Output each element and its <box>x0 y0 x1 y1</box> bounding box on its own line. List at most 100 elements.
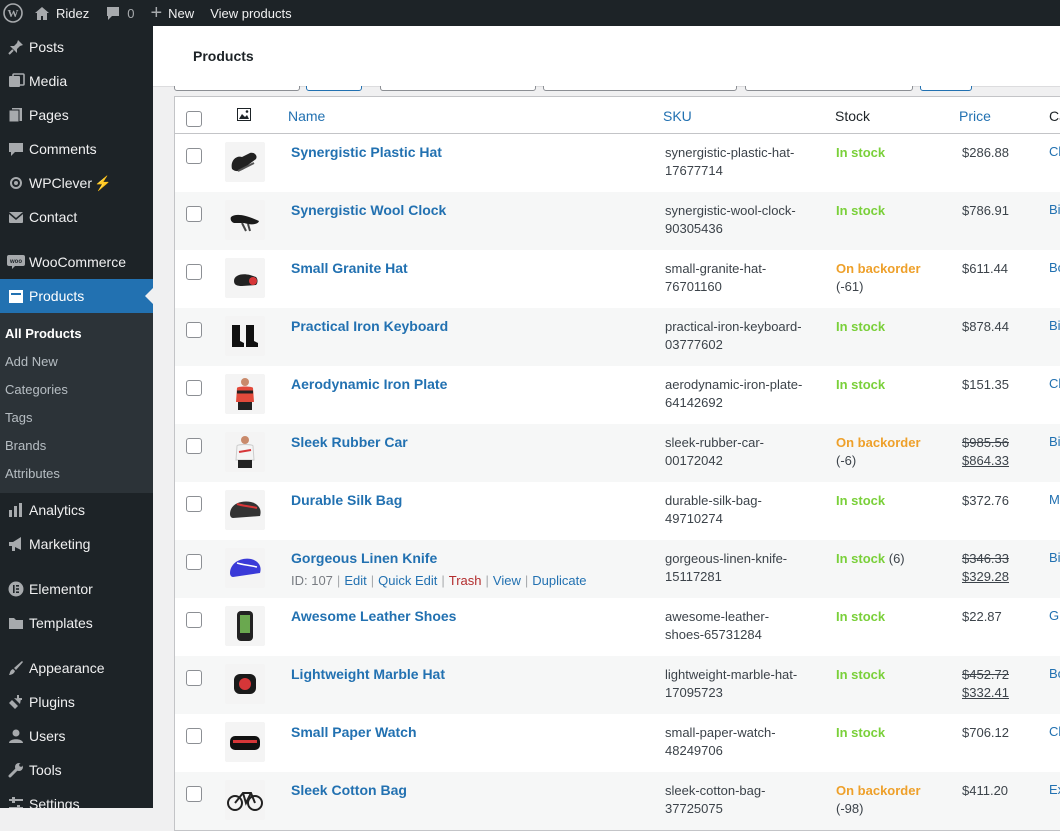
view-link[interactable]: View <box>493 573 521 588</box>
product-thumbnail[interactable] <box>225 200 265 240</box>
row-checkbox[interactable] <box>186 206 202 222</box>
select-all-checkbox[interactable] <box>186 111 202 127</box>
table-row: Synergistic Wool Clock synergistic-wool-c… <box>175 192 1060 250</box>
row-checkbox[interactable] <box>186 554 202 570</box>
menu-appearance[interactable]: Appearance <box>0 651 153 685</box>
product-name-link[interactable]: Practical Iron Keyboard <box>291 318 448 334</box>
category-filter-select[interactable] <box>380 86 536 91</box>
submenu-categories[interactable]: Categories <box>0 375 153 403</box>
view-products-link[interactable]: View products <box>202 0 299 26</box>
duplicate-link[interactable]: Duplicate <box>532 573 586 588</box>
product-thumbnail[interactable] <box>225 780 265 820</box>
product-name-link[interactable]: Awesome Leather Shoes <box>291 608 456 624</box>
menu-posts[interactable]: Posts <box>0 30 153 64</box>
product-category-link[interactable]: Cl <box>1049 724 1060 739</box>
submenu-brands[interactable]: Brands <box>0 431 153 459</box>
menu-users[interactable]: Users <box>0 719 153 753</box>
wordpress-logo-icon[interactable]: W <box>0 0 26 26</box>
bulk-actions-select[interactable] <box>174 86 300 91</box>
row-checkbox[interactable] <box>186 264 202 280</box>
menu-tools[interactable]: Tools <box>0 753 153 787</box>
menu-settings[interactable]: Settings <box>0 787 153 808</box>
menu-analytics[interactable]: Analytics <box>0 493 153 527</box>
row-checkbox[interactable] <box>186 438 202 454</box>
menu-elementor[interactable]: Elementor <box>0 572 153 606</box>
apply-button[interactable] <box>306 86 362 91</box>
product-category-link[interactable]: Cl <box>1049 144 1060 159</box>
product-thumbnail[interactable] <box>225 432 265 472</box>
sku-line-2: 03777602 <box>665 337 723 352</box>
menu-wpclever[interactable]: WPClever ⚡ <box>0 166 153 200</box>
product-category-link[interactable]: Cl <box>1049 376 1060 391</box>
product-category-link[interactable]: Bi <box>1049 550 1060 565</box>
product-category-link[interactable]: Gl <box>1049 608 1060 623</box>
edit-link[interactable]: Edit <box>344 573 366 588</box>
column-header-sku[interactable]: SKU <box>663 108 692 124</box>
menu-media[interactable]: Media <box>0 64 153 98</box>
column-header-price[interactable]: Price <box>959 108 991 124</box>
product-thumbnail[interactable] <box>225 664 265 704</box>
product-name-link[interactable]: Gorgeous Linen Knife <box>291 550 437 566</box>
trash-link[interactable]: Trash <box>449 573 482 588</box>
product-category-link[interactable]: Bo <box>1049 260 1060 275</box>
product-thumbnail[interactable] <box>225 258 265 298</box>
quick-edit-link[interactable]: Quick Edit <box>378 573 437 588</box>
column-header-name[interactable]: Name <box>288 108 325 124</box>
row-checkbox[interactable] <box>186 322 202 338</box>
product-thumbnail[interactable] <box>225 722 265 762</box>
site-name-link[interactable]: Ridez <box>26 0 97 26</box>
row-checkbox[interactable] <box>186 496 202 512</box>
product-thumbnail[interactable] <box>225 374 265 414</box>
comments-link[interactable]: 0 <box>97 0 142 26</box>
row-checkbox[interactable] <box>186 786 202 802</box>
product-category-link[interactable]: Bi <box>1049 202 1060 217</box>
product-type-filter-select[interactable] <box>543 86 737 91</box>
product-name-link[interactable]: Small Paper Watch <box>291 724 417 740</box>
product-thumbnail[interactable] <box>225 606 265 646</box>
menu-woocommerce[interactable]: woo WooCommerce <box>0 245 153 279</box>
product-category-link[interactable]: M <box>1049 492 1060 507</box>
product-name-link[interactable]: Small Granite Hat <box>291 260 408 276</box>
menu-marketing[interactable]: Marketing <box>0 527 153 561</box>
menu-comments[interactable]: Comments <box>0 132 153 166</box>
product-thumbnail[interactable] <box>225 316 265 356</box>
row-checkbox[interactable] <box>186 670 202 686</box>
table-row: Gorgeous Linen Knife ID: 107 | Edit | Quick E… <box>175 540 1060 598</box>
product-name-link[interactable]: Sleek Cotton Bag <box>291 782 407 798</box>
product-category-link[interactable]: Bo <box>1049 666 1060 681</box>
menu-contact[interactable]: Contact <box>0 200 153 234</box>
product-name-link[interactable]: Synergistic Wool Clock <box>291 202 446 218</box>
product-category-link[interactable]: Bi <box>1049 318 1060 333</box>
new-content-link[interactable]: + New <box>142 0 202 26</box>
product-name-link[interactable]: Aerodynamic Iron Plate <box>291 376 447 392</box>
submenu-add-new[interactable]: Add New <box>0 347 153 375</box>
menu-pages[interactable]: Pages <box>0 98 153 132</box>
product-thumbnail[interactable] <box>225 490 265 530</box>
menu-media-label: Media <box>29 73 68 89</box>
product-name-link[interactable]: Sleek Rubber Car <box>291 434 408 450</box>
action-separator: | <box>370 573 375 588</box>
product-thumbnail[interactable] <box>225 142 265 182</box>
table-row: Synergistic Plastic Hat synergistic-plast… <box>175 134 1060 192</box>
row-checkbox[interactable] <box>186 148 202 164</box>
column-header-categories[interactable]: Ca <box>1049 108 1060 124</box>
product-name-link[interactable]: Durable Silk Bag <box>291 492 402 508</box>
product-category-link[interactable]: Bi <box>1049 434 1060 449</box>
row-checkbox[interactable] <box>186 380 202 396</box>
menu-plugins[interactable]: Plugins <box>0 685 153 719</box>
filter-button[interactable] <box>920 86 972 91</box>
menu-templates[interactable]: Templates <box>0 606 153 640</box>
submenu-attributes[interactable]: Attributes <box>0 459 153 487</box>
submenu-tags[interactable]: Tags <box>0 403 153 431</box>
stock-label: On backorder <box>836 783 921 798</box>
submenu-all-products[interactable]: All Products <box>0 319 153 347</box>
stock-label: In stock <box>836 203 886 218</box>
stock-status-filter-select[interactable] <box>745 86 913 91</box>
menu-products[interactable]: Products <box>0 279 153 313</box>
product-name-link[interactable]: Lightweight Marble Hat <box>291 666 445 682</box>
row-checkbox[interactable] <box>186 612 202 628</box>
row-checkbox[interactable] <box>186 728 202 744</box>
product-thumbnail[interactable] <box>225 548 265 588</box>
product-name-link[interactable]: Synergistic Plastic Hat <box>291 144 442 160</box>
product-category-link[interactable]: Ex <box>1049 782 1060 797</box>
